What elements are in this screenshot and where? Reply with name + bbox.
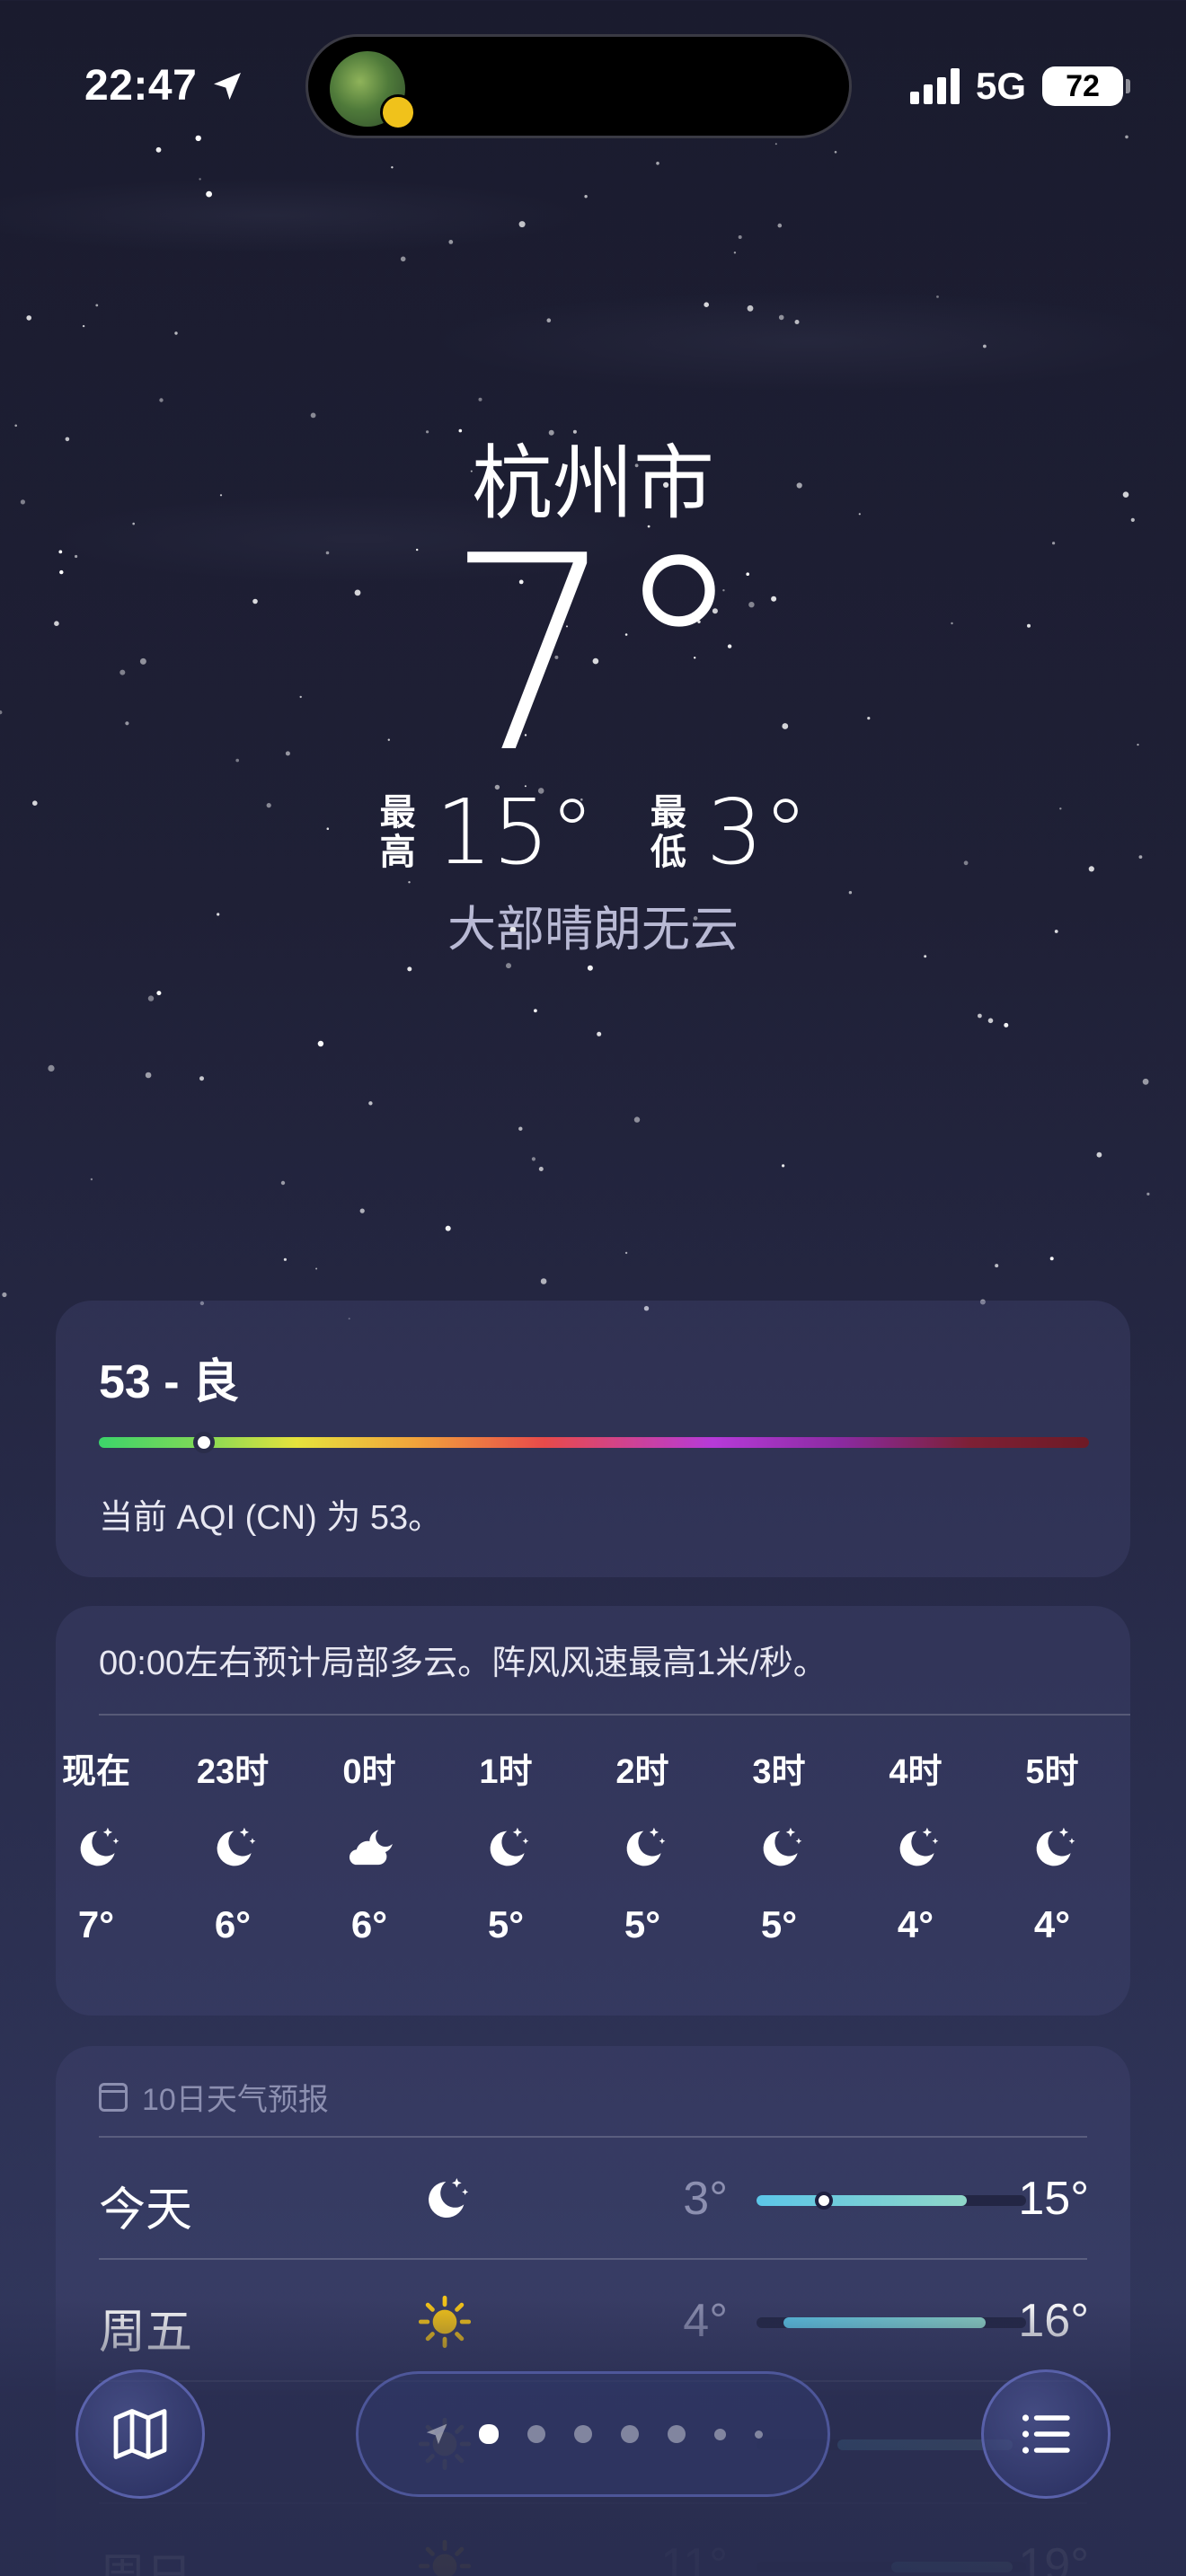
ten-day-header: 10日天气预报	[99, 2075, 329, 2119]
day-name: 今天	[99, 2184, 193, 2236]
low-temperature: 3°	[705, 780, 809, 885]
hourly-item: 1时 5°	[438, 1750, 573, 1947]
hour-label: 23时	[196, 1753, 270, 1791]
map-button[interactable]	[75, 2369, 205, 2499]
cellular-signal-icon	[909, 68, 960, 104]
page-dot[interactable]	[714, 2428, 726, 2440]
hour-temperature: 6°	[350, 1903, 388, 1945]
moon-stars-icon	[985, 1795, 1120, 1902]
hour-label: 3时	[752, 1753, 806, 1791]
calendar-icon	[99, 2082, 128, 2112]
high-label: 最高	[379, 792, 416, 872]
hour-label: 4时	[889, 1753, 943, 1791]
hour-temperature: 7°	[77, 1903, 115, 1945]
page-dot[interactable]	[755, 2430, 763, 2439]
ten-day-title: 10日天气预报	[142, 2083, 329, 2117]
aqi-scale-bar	[99, 1432, 1089, 1453]
hourly-item: 0时 6°	[302, 1750, 437, 1947]
high-temperature: 15°	[435, 780, 595, 885]
hour-label: 5时	[1025, 1753, 1079, 1791]
status-bar: 22:47 5G 72	[0, 0, 1186, 138]
hourly-item: 2时 5°	[575, 1750, 710, 1947]
hour-temperature: 4°	[897, 1903, 934, 1945]
clock-text: 22:47	[84, 62, 198, 110]
location-list-button[interactable]	[981, 2369, 1111, 2499]
aqi-description: 当前 AQI (CN) 为 53。	[99, 1499, 443, 1537]
page-dot[interactable]	[574, 2425, 592, 2443]
aqi-indicator	[192, 1432, 215, 1453]
hourly-item: 3时 5°	[712, 1750, 846, 1947]
current-location-arrow-icon	[426, 2423, 447, 2445]
status-time: 22:47	[84, 61, 245, 110]
map-icon	[113, 2409, 167, 2459]
network-type: 5G	[975, 65, 1026, 107]
moon-stars-icon	[438, 1795, 573, 1902]
current-temperature: 7°	[445, 498, 747, 812]
hourly-summary: 00:00左右预计局部多云。阵风风速最高1米/秒。	[99, 1645, 828, 1682]
hourly-item: 现在 7°	[56, 1750, 164, 1947]
moon-stars-icon	[712, 1795, 846, 1902]
hourly-item: 5时 4°	[985, 1750, 1120, 1947]
moon-stars-icon	[575, 1795, 710, 1902]
hour-temperature: 6°	[214, 1903, 252, 1945]
moon-stars-icon	[848, 1795, 983, 1902]
battery-level: 72	[1066, 68, 1100, 103]
hour-temperature: 5°	[760, 1903, 798, 1945]
temperature-range-bar	[757, 2192, 1026, 2210]
hourly-scroll[interactable]: 现在 7° 23时 6° 0时 6° 1时 5° 2时 5° 3时 5° 4时 4° 5时 4…	[56, 1750, 1130, 2001]
hour-label: 2时	[615, 1753, 669, 1791]
hour-label: 1时	[479, 1753, 533, 1791]
page-dot[interactable]	[668, 2425, 686, 2443]
hourly-item: 23时 6°	[165, 1750, 300, 1947]
day-high: 15°	[1018, 2173, 1089, 2225]
status-indicators: 5G 72	[909, 65, 1130, 108]
location-arrow-icon	[214, 72, 242, 100]
page-indicator[interactable]	[356, 2371, 830, 2497]
low-label: 最低	[650, 792, 686, 872]
hourly-forecast-card[interactable]: 00:00左右预计局部多云。阵风风速最高1米/秒。 现在 7° 23时 6° 0时 …	[56, 1606, 1130, 2016]
page-dot[interactable]	[527, 2425, 545, 2443]
page-dot[interactable]	[479, 2424, 499, 2444]
aqi-title: 53 - 良	[99, 1356, 240, 1408]
page-dot[interactable]	[621, 2425, 639, 2443]
app-badge-icon	[380, 94, 416, 130]
dynamic-island[interactable]	[305, 34, 852, 138]
moon-stars-icon	[56, 1795, 164, 1902]
moon-stars-icon	[413, 2168, 476, 2231]
hourly-divider	[99, 1714, 1130, 1716]
hour-label: 现在	[61, 1753, 130, 1791]
battery-icon: 72	[1042, 66, 1130, 106]
air-quality-card[interactable]: 53 - 良 当前 AQI (CN) 为 53。	[56, 1301, 1130, 1577]
day-low: 3°	[683, 2173, 728, 2225]
temperature-range-fill	[757, 2195, 967, 2206]
forecast-day-row[interactable]: 今天 3° 15°	[99, 2136, 1089, 2258]
cloud-moon-icon	[302, 1795, 437, 1902]
hour-label: 0时	[342, 1753, 396, 1791]
hour-temperature: 5°	[624, 1903, 661, 1945]
hour-temperature: 5°	[487, 1903, 525, 1945]
moon-stars-icon	[165, 1795, 300, 1902]
hour-temperature: 4°	[1033, 1903, 1071, 1945]
list-icon	[1022, 2414, 1070, 2454]
current-temp-marker	[815, 2192, 833, 2210]
weather-condition: 大部晴朗无云	[447, 903, 739, 957]
high-low-temps: 最高 15° 最低 3°	[0, 780, 1186, 885]
hourly-item: 4时 4°	[848, 1750, 983, 1947]
